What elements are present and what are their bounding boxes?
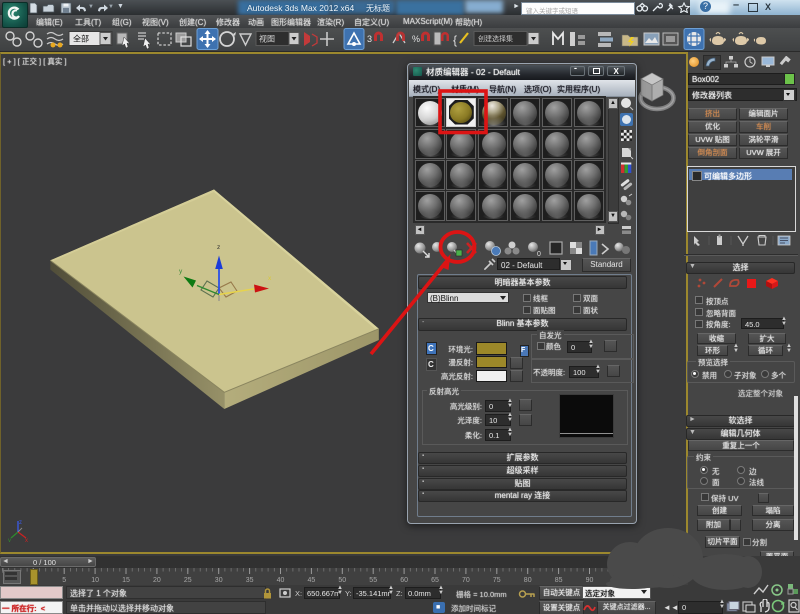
svg-text:z: z (217, 244, 220, 251)
svg-text:x: x (268, 275, 272, 282)
svg-text:y: y (179, 268, 183, 275)
